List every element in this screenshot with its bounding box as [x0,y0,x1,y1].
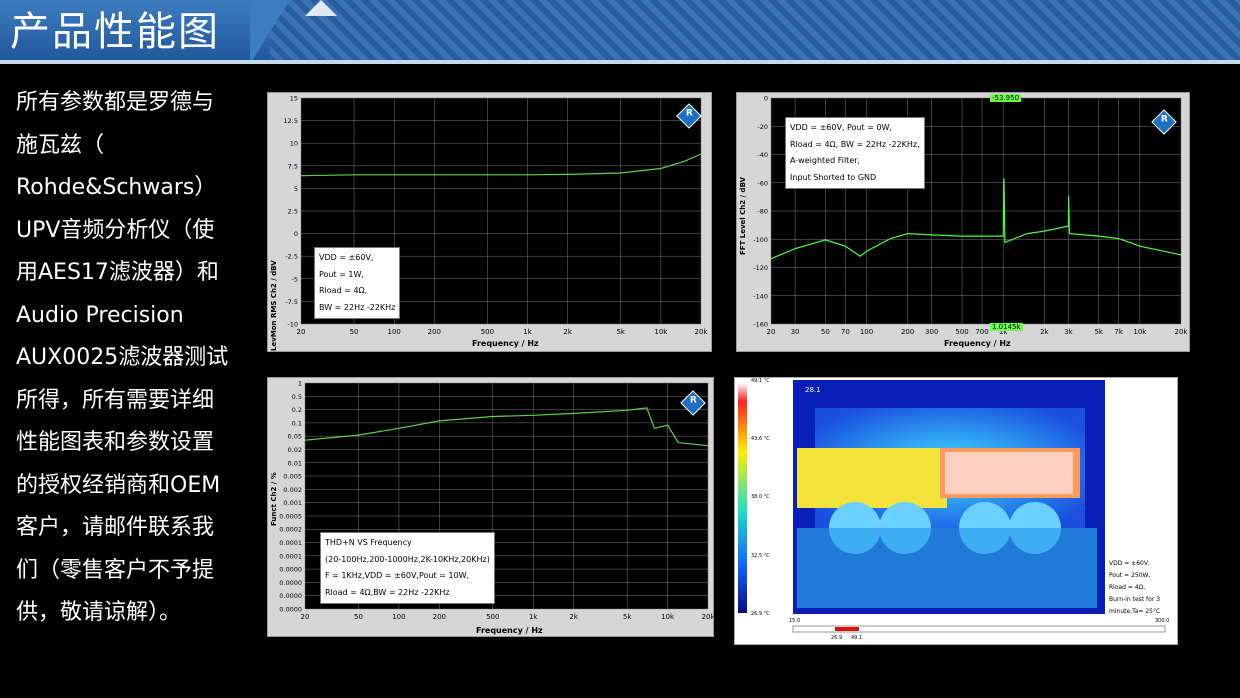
page-title: 产品性能图 [10,9,220,55]
x-tick-label: 50 [350,328,359,336]
x-tick-label: 20 [767,328,776,336]
x-tick-label: 70 [841,328,850,336]
level-response-chart: 20 50 100 200 500 1k 2k 5k 10k 20k 15 12.5 10 7.5 5 2.5… [267,92,712,352]
y-tick-label: 1 [298,380,302,388]
x-tick-label: 200 [428,328,441,336]
y-axis-label: FFT Level Ch2 / dBV [739,176,747,255]
y-tick-label: 0.001 [283,499,302,507]
y-tick-label: 0.005 [283,473,302,481]
y-tick-label: 5 [294,185,298,193]
y-tick-label: 0.0005 [279,512,302,520]
y-tick-label: 0.0002 [279,526,302,534]
chart-annotation: VDD = ±60V, Pout = 1W, Rload = 4Ω, BW = … [314,247,401,319]
y-tick-label: -2.5 [285,253,298,261]
y-tick-label: 0 [294,230,298,238]
x-tick-label: 200 [433,613,446,621]
x-tick-label: 10k [1133,328,1147,336]
x-tick-label: 7k [1114,328,1123,336]
y-tick-label: 0.002 [283,486,302,494]
x-tick-label: 2k [569,613,578,621]
y-tick-label: 0.0000 [279,606,302,614]
y-tick-label: -60 [757,179,768,187]
y-tick-label: -120 [753,264,768,272]
chart-annotation: VDD = ±60V, Pout = 0W, Rload = 4Ω, BW = … [785,117,925,189]
x-tick-label: 3k [1064,328,1073,336]
y-tick-label: -10 [287,321,298,329]
y-tick-label: 15 [290,95,298,103]
y-tick-label: 7.5 [288,162,298,170]
y-tick-label: 12.5 [284,117,298,125]
description-text: 所有参数都是罗德与 施瓦兹（ Rohde&Schwars） UPV音频分析仪（使… [16,90,229,625]
x-tick-label: 20 [301,613,310,621]
y-tick-label: -5 [292,275,298,283]
x-tick-label: 500 [481,328,494,336]
y-tick-label: -80 [757,208,768,216]
x-tick-label: 5k [616,328,625,336]
peak-level-marker: -53.950 [990,94,1022,102]
x-tick-label: 500 [955,328,968,336]
fft-noise-chart: 20 30 50 70 100 200 300 500 700 1k 2k 3k 5k 7k 10k 20k 0… [736,92,1190,352]
x-tick-label: 20k [702,613,713,621]
y-tick-label: 0 [764,95,768,103]
x-tick-label: 1k [529,613,538,621]
chart-annotation: THD+N VS Frequency (20-100Hz,200-1000Hz,… [320,532,495,604]
thermal-info: VDD = ±60V, Pout = 250W, Rload = 4Ω, Bur… [1109,560,1161,615]
x-tick-label: 700 [975,328,988,336]
y-tick-label: 0.01 [288,459,302,467]
y-tick-label: -7.5 [285,298,298,306]
y-tick-label: 2.5 [288,208,298,216]
x-tick-label: 50 [821,328,830,336]
y-tick-label: 10 [290,140,298,148]
x-tick-label: 300 [925,328,938,336]
y-tick-label: 0.2 [292,406,302,414]
x-tick-label: 200 [901,328,914,336]
y-tick-label: -140 [753,292,768,300]
y-tick-label: 0.02 [288,446,302,454]
y-tick-label: 0.0001 [279,539,302,547]
x-tick-label: 5k [623,613,632,621]
y-tick-label: 0.5 [292,393,302,401]
x-tick-label: 2k [563,328,572,336]
x-tick-label: 100 [860,328,873,336]
x-tick-label: 10k [654,328,668,336]
y-axis-label: Funct Ch2 / % [270,472,278,526]
thermal-image-panel: 28.1 49.1 °C 43.6 °C 38.0 °C 32.5 °C 26.… [734,377,1178,645]
x-tick-label: 50 [354,613,363,621]
x-tick-label: 100 [388,328,401,336]
x-tick-label: 500 [486,613,499,621]
y-tick-label: 0.0000 [279,566,302,574]
x-tick-label: 30 [791,328,800,336]
y-tick-label: -160 [753,321,768,329]
y-tick-label: 0.1 [292,419,302,427]
thermal-color-scale [738,383,747,613]
y-axis-label: LevMon RMS Ch2 / dBV [270,260,278,351]
x-tick-label: 20 [297,328,306,336]
x-tick-label: 2k [1040,328,1049,336]
x-tick-label: 5k [1094,328,1103,336]
x-axis-label: Frequency / Hz [472,339,539,348]
x-tick-label: 100 [392,613,405,621]
spot-temperature: 28.1 [805,386,821,394]
y-tick-label: -40 [757,151,768,159]
peak-freq-marker: 1.0145k [990,323,1023,331]
y-tick-label: 0.0001 [279,552,302,560]
y-tick-label: 0.05 [288,433,302,441]
y-tick-label: 0.0000 [279,579,302,587]
y-tick-label: -100 [753,236,768,244]
x-tick-label: 20k [1175,328,1189,336]
x-tick-label: 20k [695,328,709,336]
x-axis-label: Frequency / Hz [944,339,1011,348]
x-tick-label: 1k [523,328,532,336]
x-tick-label: 10k [661,613,675,621]
y-tick-label: 0.0000 [279,592,302,600]
thdn-chart: 20 50 100 200 500 1k 2k 5k 10k 20k 1 0.5 0.2 0.1 0.05 0… [267,377,714,637]
y-tick-label: -20 [757,123,768,131]
x-axis-label: Frequency / Hz [476,626,543,635]
